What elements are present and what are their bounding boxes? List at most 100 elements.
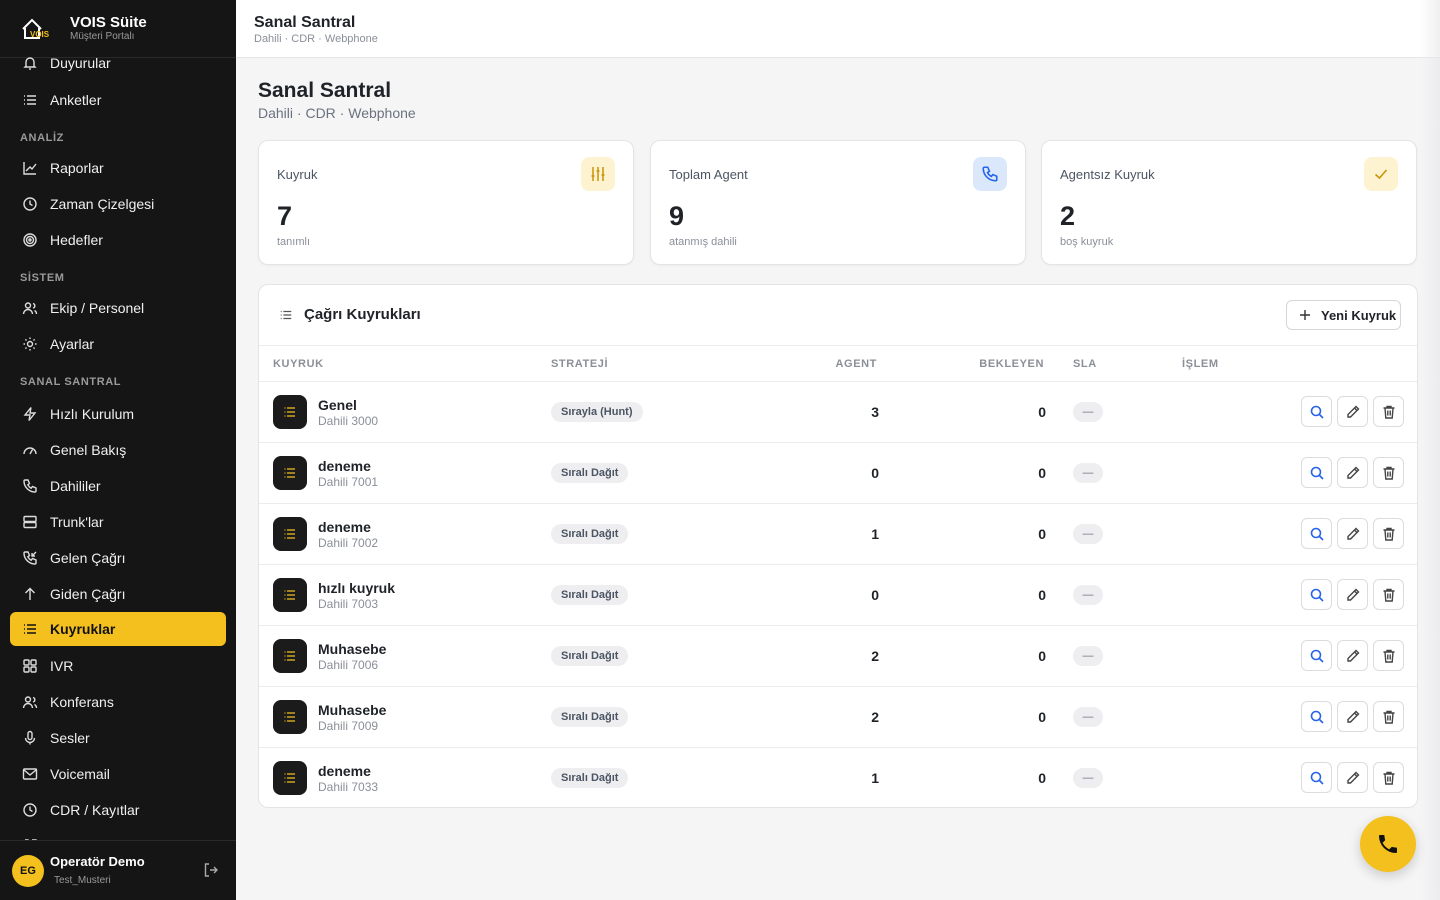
search-icon — [1309, 587, 1325, 603]
stat-value: 7 — [277, 201, 293, 231]
sidebar-item-konferans[interactable]: Konferans — [10, 685, 226, 719]
waiting-count: 0 — [1038, 587, 1046, 603]
queue-extension: Dahili 3000 — [318, 414, 379, 428]
check-icon — [1364, 157, 1398, 191]
sidebar-item-ayarlar[interactable]: Ayarlar — [10, 327, 226, 361]
pencil-icon — [1345, 648, 1361, 664]
pencil-icon — [1345, 526, 1361, 542]
sla-badge: — — [1073, 524, 1103, 544]
sidebar-item-hedefler[interactable]: Hedefler — [10, 223, 226, 257]
delete-button[interactable] — [1373, 762, 1404, 793]
delete-button[interactable] — [1373, 640, 1404, 671]
sidebar-item-trunklar[interactable]: Trunk'lar — [10, 505, 226, 539]
table-row[interactable]: Muhasebe Dahili 7006 Sıralı Dağıt 2 0 — — [259, 626, 1417, 687]
pencil-icon — [1345, 770, 1361, 786]
delete-button[interactable] — [1373, 396, 1404, 427]
sidebar-item-kuyruklar[interactable]: Kuyruklar — [10, 612, 226, 646]
page-title: Sanal Santral — [258, 79, 392, 102]
delete-button[interactable] — [1373, 701, 1404, 732]
phone-icon — [23, 479, 37, 493]
col-bekleyen[interactable]: BEKLEYEN — [979, 358, 1044, 370]
edit-button[interactable] — [1337, 762, 1368, 793]
waiting-count: 0 — [1038, 648, 1046, 664]
queue-name: Muhasebe — [318, 641, 387, 657]
edit-button[interactable] — [1337, 396, 1368, 427]
edit-button[interactable] — [1337, 518, 1368, 549]
edit-button[interactable] — [1337, 640, 1368, 671]
sidebar-item-anketler[interactable]: Anketler — [10, 83, 226, 117]
sidebar-item-label: Kuyruklar — [50, 621, 116, 637]
sidebar-item-ekip-personel[interactable]: Ekip / Personel — [10, 291, 226, 325]
queue-list-icon — [273, 578, 307, 612]
sidebar-item-dahililer[interactable]: Dahililer — [10, 469, 226, 503]
view-button[interactable] — [1301, 518, 1332, 549]
sidebar-item-duyurular[interactable]: Duyurular — [10, 46, 226, 80]
list-icon — [280, 310, 292, 320]
sidebar-item-hizli-kurulum[interactable]: Hızlı Kurulum — [10, 397, 226, 431]
delete-button[interactable] — [1373, 579, 1404, 610]
table-row[interactable]: deneme Dahili 7002 Sıralı Dağıt 1 0 — — [259, 504, 1417, 565]
view-button[interactable] — [1301, 762, 1332, 793]
sidebar-item-cut-off[interactable] — [10, 829, 226, 840]
col-agent[interactable]: AGENT — [836, 358, 878, 370]
table-row[interactable]: hızlı kuyruk Dahili 7003 Sıralı Dağıt 0 0 — — [259, 565, 1417, 626]
stat-card-agentsiz-kuyruk: Agentsız Kuyruk 2 boş kuyruk — [1041, 140, 1417, 265]
table-row[interactable]: Genel Dahili 3000 Sırayla (Hunt) 3 0 — — [259, 382, 1417, 443]
table-row[interactable]: deneme Dahili 7001 Sıralı Dağıt 0 0 — — [259, 443, 1417, 504]
delete-button[interactable] — [1373, 518, 1404, 549]
queue-list-icon — [273, 639, 307, 673]
user-bar[interactable]: EG Operatör Demo Test_Musteri — [0, 840, 236, 900]
sidebar-item-voicemail[interactable]: Voicemail — [10, 757, 226, 791]
stat-label: Kuyruk — [277, 167, 318, 182]
sidebar-item-sesler[interactable]: Sesler — [10, 721, 226, 755]
queue-extension: Dahili 7006 — [318, 658, 379, 672]
server-icon — [23, 515, 37, 529]
queue-list-icon — [273, 700, 307, 734]
stat-value: 2 — [1060, 201, 1076, 231]
sidebar: VOIS VOIS Süite Müşteri Portalı Duyurula… — [0, 0, 236, 900]
stat-sub: atanmış dahili — [669, 236, 737, 248]
view-button[interactable] — [1301, 457, 1332, 488]
search-icon — [1309, 648, 1325, 664]
table-row[interactable]: deneme Dahili 7033 Sıralı Dağıt 1 0 — — [259, 748, 1417, 807]
view-button[interactable] — [1301, 579, 1332, 610]
sidebar-item-gelen-cagri[interactable]: Gelen Çağrı — [10, 541, 226, 575]
trash-icon — [1381, 770, 1397, 786]
logout-icon[interactable] — [202, 861, 220, 879]
col-kuyruk[interactable]: KUYRUK — [273, 358, 324, 370]
bell-icon — [23, 57, 37, 70]
sidebar-item-genel-bakis[interactable]: Genel Bakış — [10, 433, 226, 467]
queue-name: deneme — [318, 519, 371, 535]
webphone-button[interactable] — [1360, 816, 1416, 872]
stat-label: Agentsız Kuyruk — [1060, 167, 1155, 182]
sidebar-item-giden-cagri[interactable]: Giden Çağrı — [10, 577, 226, 611]
view-button[interactable] — [1301, 640, 1332, 671]
sidebar-item-ivr[interactable]: IVR — [10, 649, 226, 683]
queue-extension: Dahili 7002 — [318, 536, 379, 550]
trash-icon — [1381, 709, 1397, 725]
col-sla[interactable]: SLA — [1073, 358, 1097, 370]
agent-count: 0 — [871, 587, 879, 603]
strategy-badge: Sıralı Dağıt — [551, 524, 629, 544]
sidebar-item-raporlar[interactable]: Raporlar — [10, 151, 226, 185]
edit-button[interactable] — [1337, 579, 1368, 610]
view-button[interactable] — [1301, 396, 1332, 427]
edit-button[interactable] — [1337, 701, 1368, 732]
sidebar-item-label: Raporlar — [50, 160, 104, 176]
delete-button[interactable] — [1373, 457, 1404, 488]
sidebar-item-cdr-kayitlar[interactable]: CDR / Kayıtlar — [10, 793, 226, 827]
sidebar-item-zaman-cizelgesi[interactable]: Zaman Çizelgesi — [10, 187, 226, 221]
scrollbar-edge — [1420, 0, 1440, 900]
sidebar-item-label: Ayarlar — [50, 336, 95, 352]
sla-badge: — — [1073, 402, 1103, 422]
new-queue-button[interactable]: Yeni Kuyruk — [1286, 300, 1401, 330]
queue-extension: Dahili 7009 — [318, 719, 379, 733]
col-strateji[interactable]: STRATEJİ — [551, 358, 608, 370]
search-icon — [1309, 404, 1325, 420]
col-islem[interactable]: İŞLEM — [1182, 358, 1219, 370]
queue-extension: Dahili 7003 — [318, 597, 379, 611]
view-button[interactable] — [1301, 701, 1332, 732]
edit-button[interactable] — [1337, 457, 1368, 488]
table-row[interactable]: Muhasebe Dahili 7009 Sıralı Dağıt 2 0 — — [259, 687, 1417, 748]
sidebar-item-label: Giden Çağrı — [50, 586, 126, 602]
